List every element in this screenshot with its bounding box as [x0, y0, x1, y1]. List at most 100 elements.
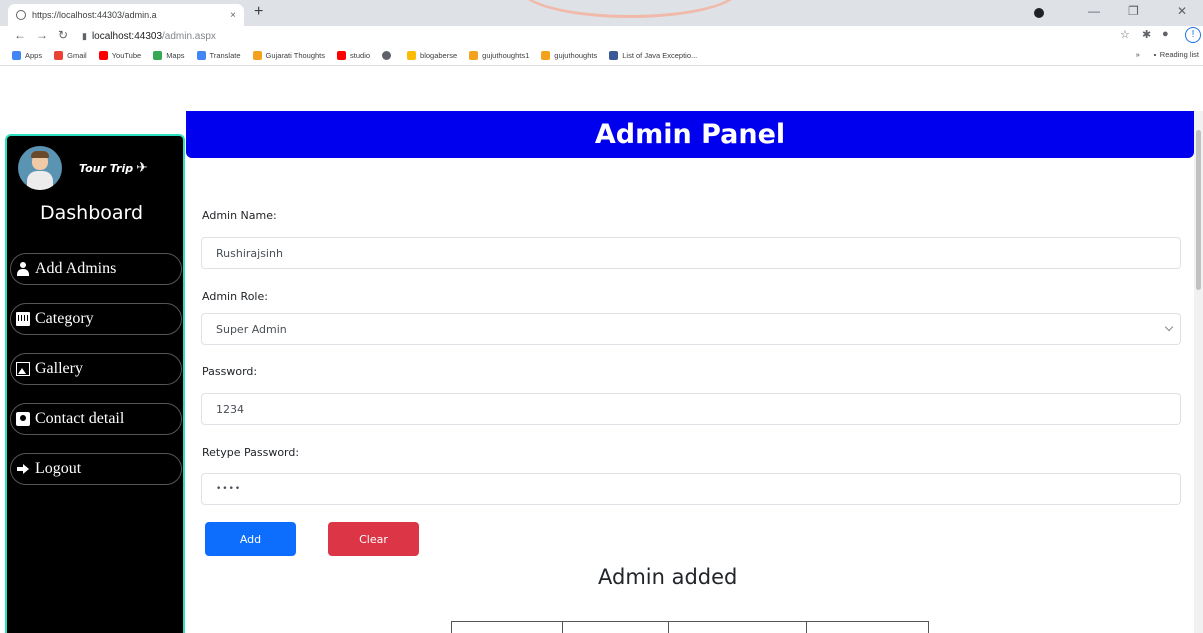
- browser-toolbar: ← → ↻ ▮ localhost:44303/admin.aspx ☆ ✱ ●…: [0, 26, 1203, 46]
- bookmark-label: YouTube: [111, 51, 142, 60]
- bookmarks-bar: Apps Gmail YouTube Maps Translate Gujara…: [0, 46, 1203, 66]
- bookmark-translate[interactable]: Translate: [196, 51, 241, 60]
- admin-role-value: Super Admin: [216, 322, 287, 336]
- page-header: Admin Panel: [186, 111, 1194, 158]
- reading-list-label: Reading list: [1159, 50, 1199, 59]
- profile-icon[interactable]: !: [1185, 27, 1201, 43]
- avatar: [18, 146, 62, 190]
- gmail-icon: [54, 51, 64, 60]
- bookmark-label: gujuthoughts1: [482, 51, 530, 60]
- sidebar-item-contact-detail[interactable]: Contact detail: [10, 403, 182, 435]
- section-title: Admin added: [598, 565, 738, 589]
- bookmark-label: blogaberse: [420, 51, 458, 60]
- bookmark-globe[interactable]: [382, 51, 395, 60]
- dashboard-title: Dashboard: [40, 202, 144, 224]
- more-bookmarks-icon[interactable]: »: [1136, 50, 1140, 59]
- bookmark-label: Gmail: [67, 51, 87, 60]
- sidebar-item-add-admins[interactable]: Add Admins: [10, 253, 182, 285]
- brand[interactable]: Tour Trip ✈: [18, 146, 148, 190]
- sidebar: Tour Trip ✈ Dashboard Add Admins Category…: [5, 134, 185, 633]
- new-tab-icon[interactable]: +: [254, 3, 263, 21]
- lock-icon: ▮: [82, 30, 87, 41]
- apps-icon: [12, 51, 21, 60]
- youtube-studio-icon: [337, 51, 347, 60]
- bookmark-gujuthoughts1[interactable]: gujuthoughts1: [469, 51, 529, 60]
- reading-list-icon: [1153, 53, 1156, 56]
- globe-icon: [382, 51, 392, 60]
- password-label: Password:: [202, 365, 258, 378]
- admin-name-label: Admin Name:: [202, 209, 277, 222]
- bookmark-maps[interactable]: Maps: [153, 51, 185, 60]
- admin-name-input[interactable]: Rushirajsinh: [201, 237, 1181, 269]
- forward-icon[interactable]: →: [36, 28, 48, 42]
- extensions-icon[interactable]: ✱: [1142, 28, 1151, 41]
- bookmark-studio[interactable]: studio: [337, 51, 370, 60]
- sidebar-item-label: Contact detail: [35, 410, 125, 427]
- add-button[interactable]: Add: [205, 522, 296, 556]
- sidebar-item-label: Category: [35, 310, 94, 327]
- blogger-icon: [252, 51, 262, 60]
- restore-icon[interactable]: ❐: [1128, 4, 1139, 18]
- chevron-down-icon: [1164, 322, 1174, 332]
- image-icon: [16, 362, 30, 376]
- admin-role-select[interactable]: Super Admin: [201, 313, 1181, 345]
- browser-tab[interactable]: https://localhost:44303/admin.a ×: [8, 4, 244, 26]
- password-input[interactable]: 1234: [201, 393, 1181, 425]
- maps-icon: [153, 51, 163, 60]
- keyboard-icon: [16, 312, 30, 326]
- close-icon[interactable]: ×: [230, 10, 236, 21]
- tab-title: https://localhost:44303/admin.a: [32, 10, 157, 20]
- page-title: Admin Panel: [594, 119, 786, 150]
- bookmark-youtube[interactable]: YouTube: [98, 51, 142, 60]
- bookmark-label: Translate: [209, 51, 241, 60]
- bookmark-label: gujuthoughts: [554, 51, 598, 60]
- reload-icon[interactable]: ↻: [58, 28, 68, 42]
- youtube-icon: [98, 51, 108, 60]
- record-icon[interactable]: [1034, 8, 1044, 18]
- bookmark-gmail[interactable]: Gmail: [54, 51, 87, 60]
- sidebar-item-logout[interactable]: Logout: [10, 453, 182, 485]
- password-value: 1234: [216, 402, 244, 416]
- bookmark-label: List of Java Exceptio...: [622, 51, 698, 60]
- blogger-icon: [541, 51, 551, 60]
- translate-icon: [196, 51, 206, 60]
- url-path: /admin.aspx: [162, 30, 216, 42]
- star-icon[interactable]: ☆: [1120, 28, 1130, 41]
- bookmark-java-exceptions[interactable]: List of Java Exceptio...: [609, 51, 697, 60]
- bookmark-blogaberse[interactable]: blogaberse: [407, 51, 457, 60]
- sidebar-item-label: Gallery: [35, 360, 83, 377]
- site-icon: [609, 51, 619, 60]
- clear-button[interactable]: Clear: [328, 522, 419, 556]
- bookmark-label: Maps: [166, 51, 185, 60]
- admin-role-label: Admin Role:: [202, 290, 268, 303]
- scrollbar-thumb[interactable]: [1196, 130, 1201, 290]
- sidebar-item-label: Logout: [35, 460, 82, 477]
- contact-icon: [16, 412, 30, 426]
- bookmark-label: studio: [350, 51, 371, 60]
- bookmark-gujuthoughts[interactable]: gujuthoughts: [541, 51, 597, 60]
- retype-password-input[interactable]: ••••: [201, 473, 1181, 505]
- url-host: localhost:44303: [91, 30, 163, 42]
- bookmark-apps[interactable]: Apps: [12, 51, 42, 60]
- close-window-icon[interactable]: ✕: [1177, 4, 1187, 18]
- globe-icon: [16, 10, 26, 20]
- reading-list[interactable]: » Reading list: [1136, 50, 1199, 59]
- bookmark-label: Apps: [25, 51, 43, 60]
- bookmark-label: Gujarati Thoughts: [265, 51, 326, 60]
- sidebar-item-category[interactable]: Category: [10, 303, 182, 335]
- drive-icon: [407, 51, 417, 60]
- bookmark-gujarati-thoughts[interactable]: Gujarati Thoughts: [252, 51, 326, 60]
- sidebar-item-gallery[interactable]: Gallery: [10, 353, 182, 385]
- back-icon[interactable]: ←: [14, 28, 26, 42]
- admins-table: [451, 621, 929, 633]
- blogger-icon: [469, 51, 479, 60]
- watermark: [520, 0, 740, 18]
- extension-icon[interactable]: ●: [1162, 28, 1169, 40]
- plane-icon: ✈: [136, 160, 148, 176]
- admin-name-value: Rushirajsinh: [216, 246, 283, 260]
- brand-name: Tour Trip ✈: [79, 160, 148, 176]
- retype-password-value: ••••: [216, 484, 242, 494]
- sidebar-item-label: Add Admins: [35, 260, 117, 277]
- address-bar[interactable]: ▮ localhost:44303/admin.aspx: [82, 28, 1132, 44]
- minimize-icon[interactable]: —: [1088, 4, 1100, 18]
